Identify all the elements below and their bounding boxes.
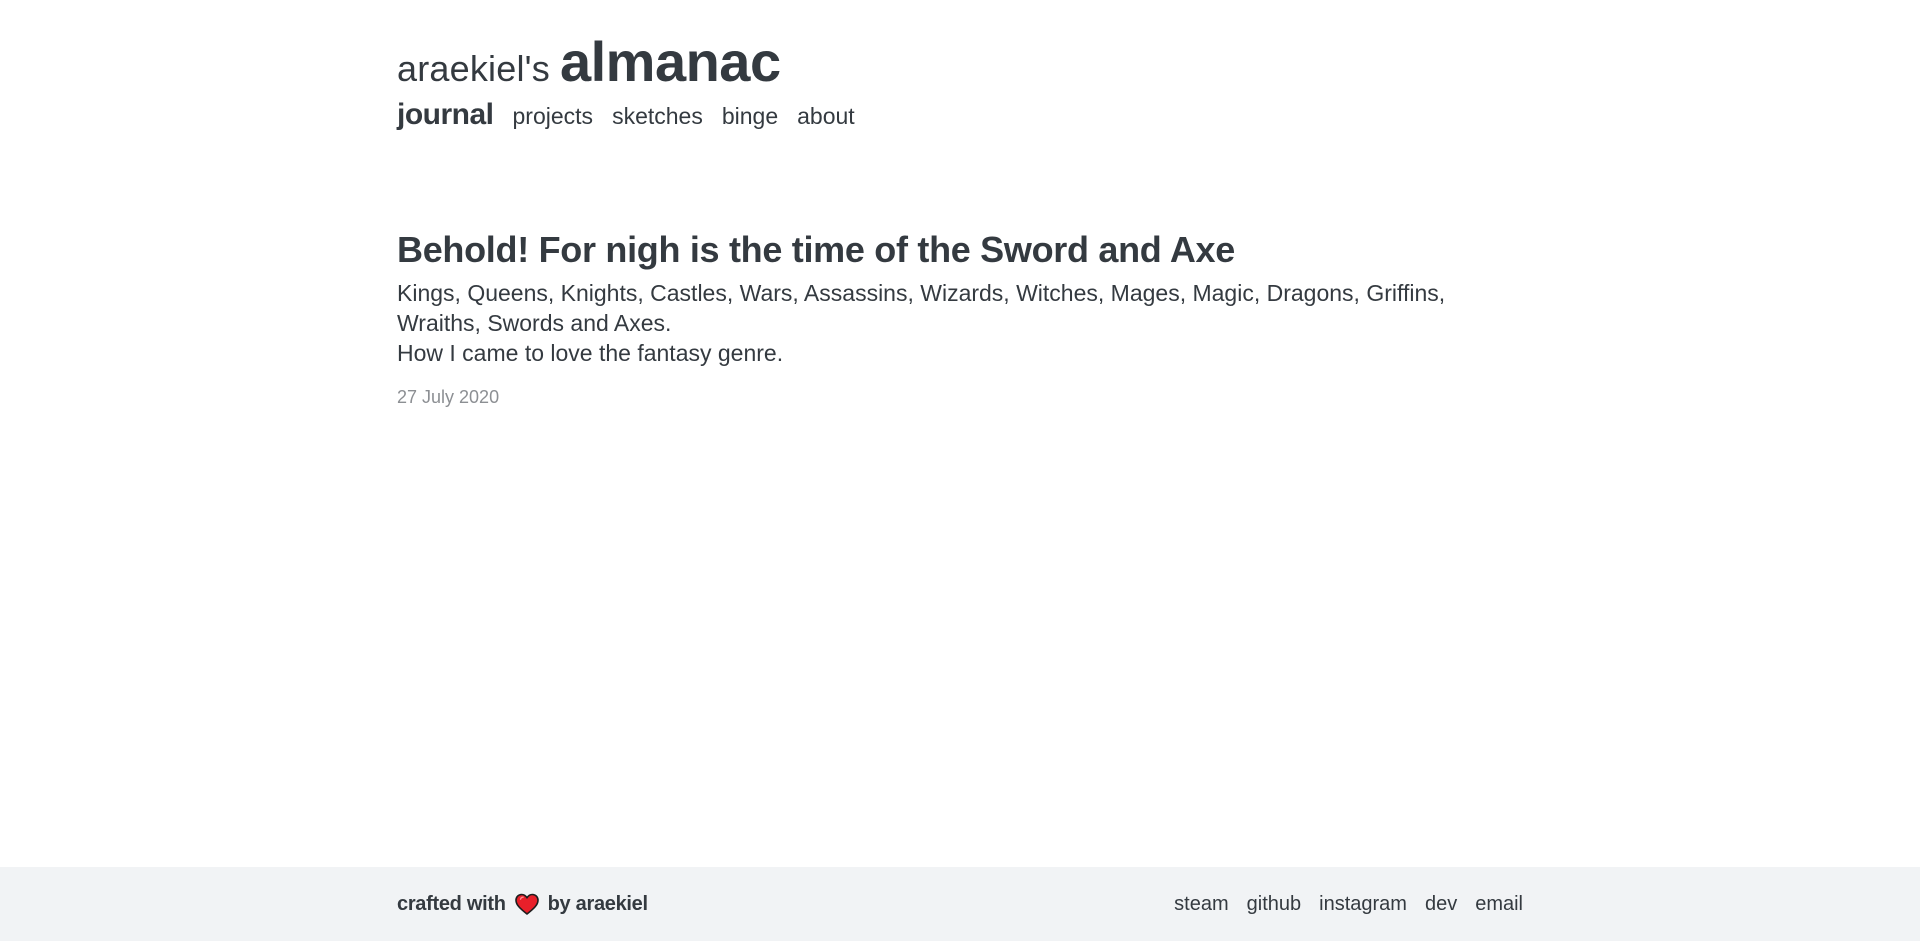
nav-item-journal[interactable]: journal (397, 98, 494, 132)
footer-links: steam github instagram dev email (1156, 893, 1523, 916)
footer-inner: crafted with by araekiel steam github in… (397, 867, 1523, 941)
post-summary-line1: Kings, Queens, Knights, Castles, Wars, A… (397, 280, 1446, 336)
nav-item-sketches[interactable]: sketches (612, 103, 703, 130)
site-title-name[interactable]: almanac (560, 34, 781, 90)
post-title[interactable]: Behold! For nigh is the time of the Swor… (397, 228, 1523, 272)
post-date: 27 July 2020 (397, 387, 500, 407)
site-footer: crafted with by araekiel steam github in… (0, 867, 1920, 941)
nav-item-projects[interactable]: projects (513, 103, 594, 130)
post-summary-line2: How I came to love the fantasy genre. (397, 340, 784, 366)
footer-link-email[interactable]: email (1475, 893, 1523, 916)
footer-link-instagram[interactable]: instagram (1319, 893, 1407, 916)
site-title-owner[interactable]: araekiel's (397, 51, 550, 87)
post-entry: Behold! For nigh is the time of the Swor… (397, 228, 1523, 408)
main-nav: journal projects sketches binge about (397, 98, 1523, 132)
post-summary: Kings, Queens, Knights, Castles, Wars, A… (397, 278, 1523, 368)
footer-link-github[interactable]: github (1247, 893, 1302, 916)
heart-icon (514, 892, 540, 916)
credit-suffix: by araekiel (547, 892, 648, 915)
nav-item-binge[interactable]: binge (722, 103, 778, 130)
footer-link-steam[interactable]: steam (1174, 893, 1228, 916)
footer-link-dev[interactable]: dev (1425, 893, 1457, 916)
page: araekiel's almanac journal projects sket… (0, 0, 1920, 941)
site-title[interactable]: araekiel's almanac (397, 34, 1523, 90)
nav-item-about[interactable]: about (797, 103, 855, 130)
footer-credit: crafted with by araekiel (397, 892, 648, 916)
site-header: araekiel's almanac journal projects sket… (397, 34, 1523, 132)
credit-prefix: crafted with (397, 892, 506, 915)
